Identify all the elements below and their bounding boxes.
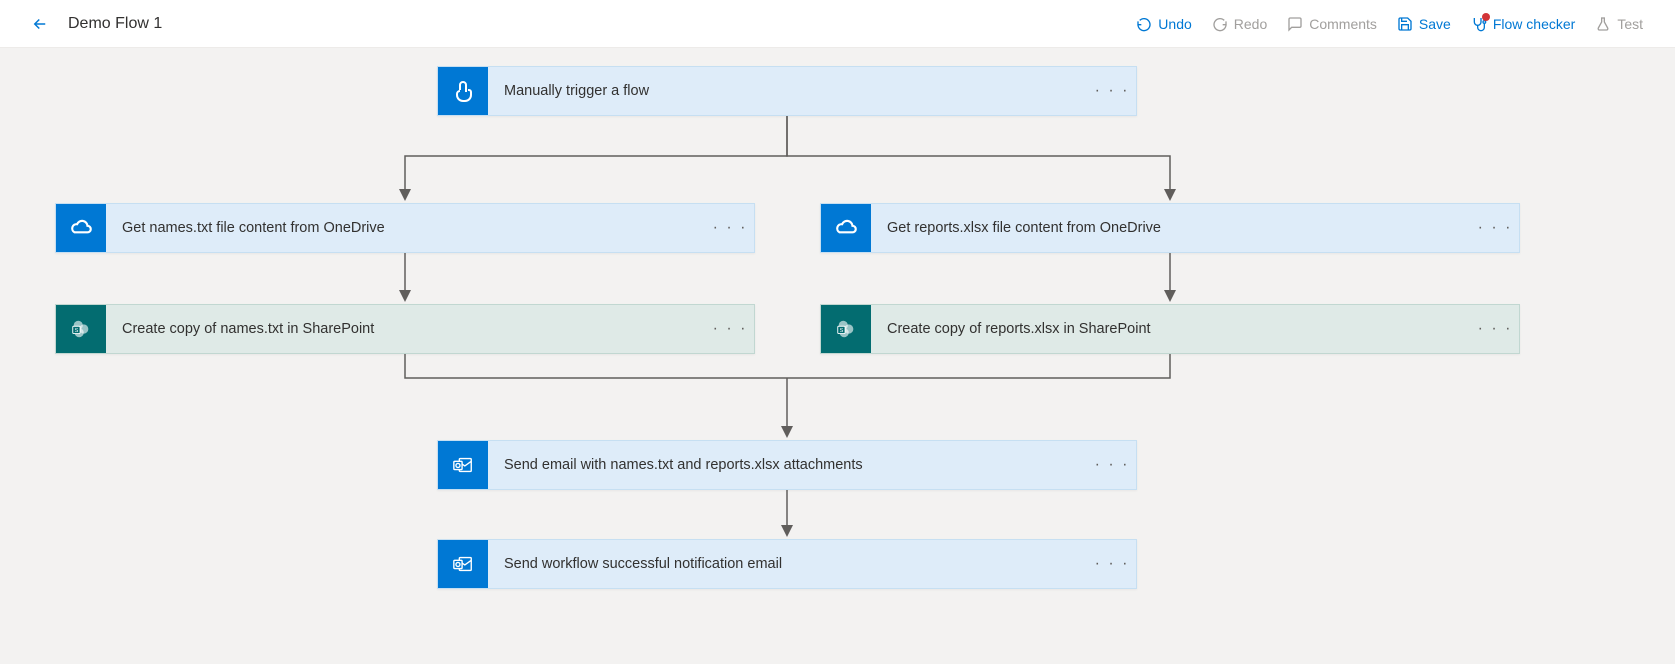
trigger-card[interactable]: Manually trigger a flow · · ·	[437, 66, 1137, 116]
comments-button[interactable]: Comments	[1279, 10, 1385, 38]
undo-label: Undo	[1158, 16, 1191, 32]
action-card-a1[interactable]: Get names.txt file content from OneDrive…	[55, 203, 755, 253]
back-button[interactable]	[24, 8, 56, 40]
onedrive-icon	[821, 204, 871, 252]
card-menu-button[interactable]: · · ·	[706, 204, 754, 252]
header-bar: Demo Flow 1 Undo Redo Comments Save	[0, 0, 1675, 48]
comment-icon	[1287, 16, 1303, 32]
comments-label: Comments	[1309, 16, 1377, 32]
card-menu-button[interactable]: · · ·	[1088, 540, 1136, 588]
outlook-icon	[438, 441, 488, 489]
action-label: Get names.txt file content from OneDrive	[106, 204, 706, 252]
card-menu-button[interactable]: · · ·	[1471, 204, 1519, 252]
card-menu-button[interactable]: · · ·	[1471, 305, 1519, 353]
action-label: Create copy of reports.xlsx in SharePoin…	[871, 305, 1471, 353]
redo-icon	[1212, 16, 1228, 32]
touch-icon	[438, 67, 488, 115]
flow-canvas[interactable]: Manually trigger a flow · · · Get names.…	[0, 48, 1675, 664]
svg-text:S: S	[840, 328, 844, 334]
save-label: Save	[1419, 16, 1451, 32]
action-card-a2[interactable]: S Create copy of names.txt in SharePoint…	[55, 304, 755, 354]
arrow-left-icon	[31, 15, 49, 33]
redo-button[interactable]: Redo	[1204, 10, 1275, 38]
test-button[interactable]: Test	[1587, 10, 1651, 38]
card-menu-button[interactable]: · · ·	[1088, 441, 1136, 489]
flow-checker-label: Flow checker	[1493, 16, 1575, 32]
action-label: Send workflow successful notification em…	[488, 540, 1088, 588]
card-menu-button[interactable]: · · ·	[706, 305, 754, 353]
sharepoint-icon: S	[821, 305, 871, 353]
alert-badge-icon	[1482, 13, 1490, 21]
outlook-icon	[438, 540, 488, 588]
save-icon	[1397, 16, 1413, 32]
trigger-label: Manually trigger a flow	[488, 67, 1088, 115]
save-button[interactable]: Save	[1389, 10, 1459, 38]
test-label: Test	[1617, 16, 1643, 32]
action-label: Send email with names.txt and reports.xl…	[488, 441, 1088, 489]
stethoscope-icon	[1471, 16, 1487, 32]
undo-button[interactable]: Undo	[1128, 10, 1199, 38]
action-card-t1[interactable]: Send email with names.txt and reports.xl…	[437, 440, 1137, 490]
sharepoint-icon: S	[56, 305, 106, 353]
onedrive-icon	[56, 204, 106, 252]
svg-text:S: S	[75, 328, 79, 334]
card-menu-button[interactable]: · · ·	[1088, 67, 1136, 115]
undo-icon	[1136, 16, 1152, 32]
action-label: Get reports.xlsx file content from OneDr…	[871, 204, 1471, 252]
action-label: Create copy of names.txt in SharePoint	[106, 305, 706, 353]
flow-title[interactable]: Demo Flow 1	[68, 15, 162, 33]
flask-icon	[1595, 16, 1611, 32]
action-card-t2[interactable]: Send workflow successful notification em…	[437, 539, 1137, 589]
flow-checker-button[interactable]: Flow checker	[1463, 10, 1583, 38]
action-card-b1[interactable]: Get reports.xlsx file content from OneDr…	[820, 203, 1520, 253]
toolbar: Undo Redo Comments Save Flow checke	[1128, 10, 1651, 38]
action-card-b2[interactable]: S Create copy of reports.xlsx in SharePo…	[820, 304, 1520, 354]
redo-label: Redo	[1234, 16, 1267, 32]
